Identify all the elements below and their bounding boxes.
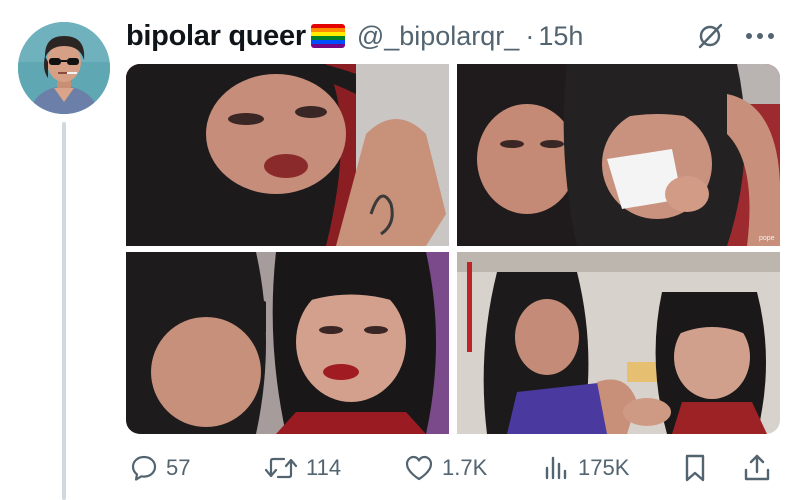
thread-line xyxy=(62,122,66,500)
media-image-3[interactable] xyxy=(126,252,449,434)
timestamp[interactable]: 15h xyxy=(538,21,583,52)
like-count: 1.7K xyxy=(442,455,488,480)
tweet-header: bipolar queer @_bipolarqr_ · 15h xyxy=(126,14,786,58)
grok-slash-circle-icon xyxy=(698,23,723,49)
separator-dot: · xyxy=(525,20,535,51)
views-count: 175K xyxy=(578,455,630,480)
speech-bubble-icon xyxy=(130,454,158,482)
rainbow-flag-icon xyxy=(310,24,345,48)
repost-count: 114 xyxy=(306,455,342,480)
more-options-button[interactable] xyxy=(740,18,780,54)
bookmark-icon xyxy=(682,453,708,483)
photo-4 xyxy=(457,252,780,434)
bar-chart-icon xyxy=(542,454,570,482)
media-image-4[interactable] xyxy=(457,252,780,434)
avatar[interactable] xyxy=(18,22,110,114)
photo-2: pope xyxy=(457,64,780,246)
views-button[interactable]: 175K xyxy=(542,448,629,488)
handle[interactable]: @_bipolarqr_ xyxy=(357,21,520,52)
repost-arrows-icon xyxy=(264,454,298,482)
tweet: bipolar queer @_bipolarqr_ · 15h pope 57… xyxy=(0,0,800,500)
share-icon xyxy=(742,453,772,483)
share-button[interactable] xyxy=(742,448,772,488)
more-dots-icon xyxy=(746,33,774,39)
media-image-2[interactable]: pope xyxy=(457,64,780,246)
grok-button[interactable] xyxy=(692,18,728,54)
media-image-1[interactable] xyxy=(126,64,449,246)
photo-3 xyxy=(126,252,449,434)
photo-1 xyxy=(126,64,449,246)
like-button[interactable]: 1.7K xyxy=(404,448,487,488)
heart-icon xyxy=(404,454,434,482)
action-bar: 57 114 1.7K 175K xyxy=(126,448,786,488)
reply-button[interactable]: 57 xyxy=(130,448,190,488)
media-grid: pope xyxy=(126,64,780,434)
reply-count: 57 xyxy=(166,455,191,480)
bookmark-button[interactable] xyxy=(682,448,708,488)
display-name[interactable]: bipolar queer xyxy=(126,20,306,53)
avatar-image xyxy=(18,22,110,114)
repost-button[interactable]: 114 xyxy=(264,448,341,488)
watermark: pope xyxy=(759,235,775,242)
